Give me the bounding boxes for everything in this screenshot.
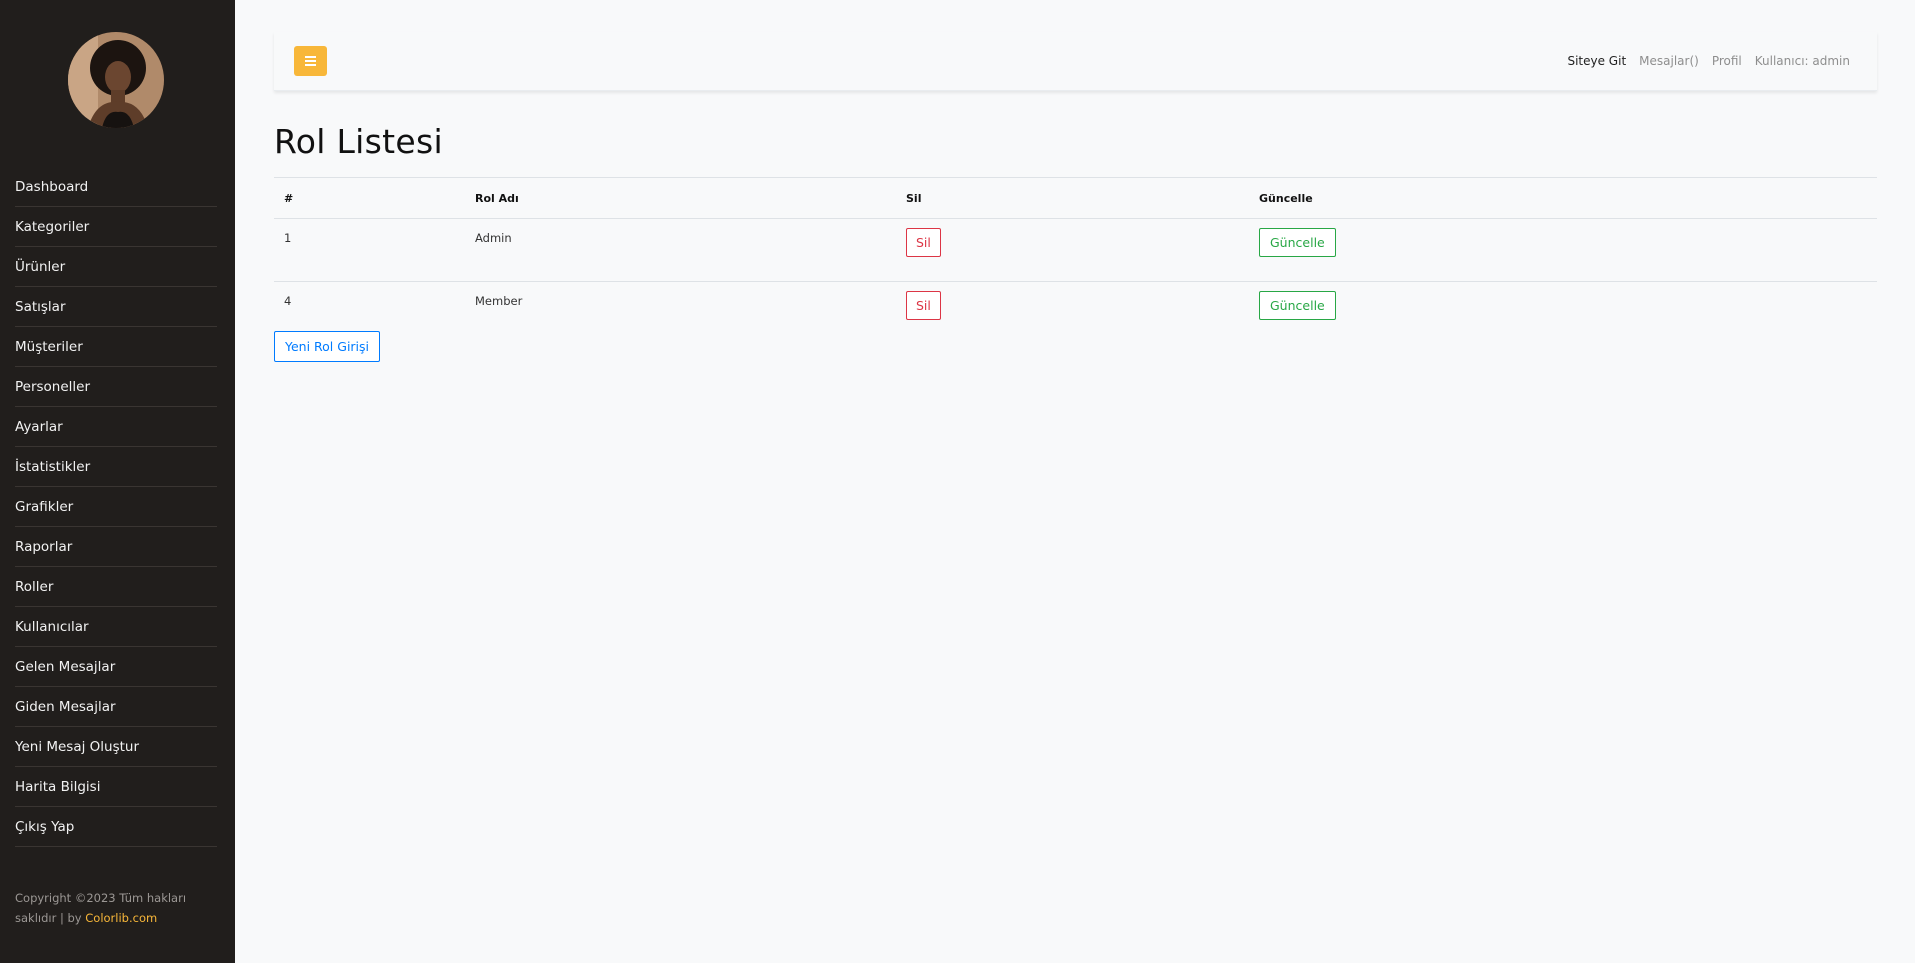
sidebar-item-categories[interactable]: Kategoriler — [15, 207, 217, 247]
sidebar-item-users[interactable]: Kullanıcılar — [15, 607, 217, 647]
update-button[interactable]: Güncelle — [1259, 291, 1336, 320]
sidebar-item-roles[interactable]: Roller — [15, 567, 217, 607]
delete-button[interactable]: Sil — [906, 228, 941, 257]
sidebar: Dashboard Kategoriler Ürünler Satışlar M… — [0, 0, 235, 963]
column-header-delete: Sil — [896, 177, 1249, 219]
new-role-button[interactable]: Yeni Rol Girişi — [274, 331, 381, 362]
sidebar-item-settings[interactable]: Ayarlar — [15, 407, 217, 447]
column-header-update: Güncelle — [1249, 177, 1877, 219]
top-nav-links: Siteye Git Mesajlar() Profil Kullanıcı: … — [1567, 32, 1850, 90]
sidebar-item-customers[interactable]: Müşteriler — [15, 327, 217, 367]
sidebar-item-statistics[interactable]: İstatistikler — [15, 447, 217, 487]
roles-table: # Rol Adı Sil Güncelle 1 Admin Sil Günce… — [274, 177, 1877, 344]
update-cell: Güncelle — [1249, 218, 1877, 282]
delete-button[interactable]: Sil — [906, 291, 941, 320]
sidebar-item-outbox[interactable]: Giden Mesajlar — [15, 687, 217, 727]
sidebar-item-sales[interactable]: Satışlar — [15, 287, 217, 327]
top-navbar: Siteye Git Mesajlar() Profil Kullanıcı: … — [274, 32, 1877, 91]
update-cell: Güncelle — [1249, 282, 1877, 345]
sidebar-toggle-button[interactable] — [294, 46, 327, 76]
table-row: 1 Admin Sil Güncelle — [274, 218, 1877, 282]
nav-link-site[interactable]: Siteye Git — [1567, 54, 1626, 68]
nav-link-user[interactable]: Kullanıcı: admin — [1755, 54, 1850, 68]
table-row: 4 Member Sil Güncelle — [274, 282, 1877, 345]
column-header-id: # — [274, 177, 465, 219]
sidebar-item-inbox[interactable]: Gelen Mesajlar — [15, 647, 217, 687]
update-button[interactable]: Güncelle — [1259, 228, 1336, 257]
table-header-row: # Rol Adı Sil Güncelle — [274, 177, 1877, 219]
profile-photo — [68, 32, 164, 128]
hamburger-icon — [305, 56, 316, 66]
sidebar-item-new-message[interactable]: Yeni Mesaj Oluştur — [15, 727, 217, 767]
delete-cell: Sil — [896, 282, 1249, 345]
nav-link-profile[interactable]: Profil — [1712, 54, 1742, 68]
sidebar-item-products[interactable]: Ürünler — [15, 247, 217, 287]
page-title: Rol Listesi — [274, 122, 443, 161]
role-name: Admin — [465, 218, 896, 282]
delete-cell: Sil — [896, 218, 1249, 282]
avatar[interactable] — [68, 32, 164, 128]
sidebar-menu: Dashboard Kategoriler Ürünler Satışlar M… — [15, 167, 217, 847]
copyright: Copyright ©2023 Tüm hakları saklıdır | b… — [15, 888, 215, 928]
role-id: 1 — [274, 218, 465, 282]
role-name: Member — [475, 294, 523, 308]
main-content: Siteye Git Mesajlar() Profil Kullanıcı: … — [235, 0, 1915, 963]
sidebar-item-map[interactable]: Harita Bilgisi — [15, 767, 217, 807]
sidebar-item-charts[interactable]: Grafikler — [15, 487, 217, 527]
sidebar-item-dashboard[interactable]: Dashboard — [15, 167, 217, 207]
column-header-role-name: Rol Adı — [465, 177, 896, 219]
copyright-brand-link[interactable]: Colorlib.com — [85, 911, 157, 925]
sidebar-item-staff[interactable]: Personeller — [15, 367, 217, 407]
sidebar-item-reports[interactable]: Raporlar — [15, 527, 217, 567]
nav-link-messages[interactable]: Mesajlar() — [1639, 54, 1699, 68]
sidebar-item-logout[interactable]: Çıkış Yap — [15, 807, 217, 847]
